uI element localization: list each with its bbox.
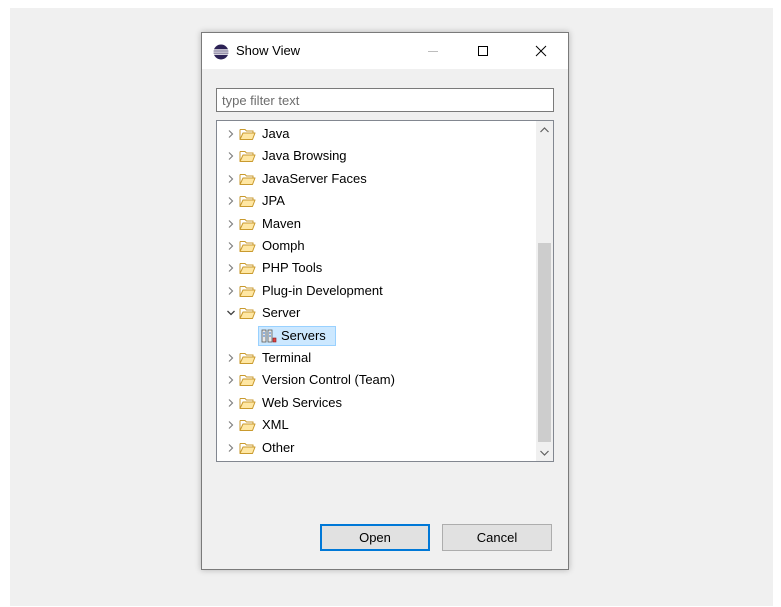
title-bar[interactable]: Show View <box>202 33 568 69</box>
tree-item-plug-in-development[interactable]: Plug-in Development <box>217 280 535 302</box>
chevron-right-icon[interactable] <box>226 174 236 184</box>
folder-icon <box>239 375 256 386</box>
minimize-button[interactable] <box>410 33 456 69</box>
chevron-right-icon[interactable] <box>226 420 236 430</box>
tree-item-label: Server <box>262 305 301 320</box>
chevron-right-icon[interactable] <box>226 375 236 385</box>
folder-icon <box>239 241 256 252</box>
tree-item-label: PHP Tools <box>262 260 323 275</box>
tree-item-label: XML <box>262 417 289 432</box>
minimize-icon <box>428 51 438 52</box>
filter-input[interactable] <box>216 88 554 112</box>
close-button[interactable] <box>518 33 564 69</box>
scroll-down-button[interactable] <box>536 444 553 461</box>
tree-item-xml[interactable]: XML <box>217 414 535 436</box>
tree-item-server[interactable]: Server <box>217 302 535 324</box>
folder-icon <box>239 174 256 185</box>
folder-icon <box>239 286 256 297</box>
tree-item-web-services[interactable]: Web Services <box>217 392 535 414</box>
tree-item-label: Other <box>262 440 295 455</box>
show-view-dialog: Show View Java Java Browsing JavaServer Fa… <box>201 32 569 570</box>
tree-item-label: Java Browsing <box>262 148 347 163</box>
tree-item-label: Servers <box>281 328 326 343</box>
tree-item-terminal[interactable]: Terminal <box>217 347 535 369</box>
tree-item-javaserver-faces[interactable]: JavaServer Faces <box>217 168 535 190</box>
tree-item-oomph[interactable]: Oomph <box>217 235 535 257</box>
scroll-up-button[interactable] <box>536 121 553 138</box>
folder-icon <box>239 219 256 230</box>
tree-item-php-tools[interactable]: PHP Tools <box>217 257 535 279</box>
cancel-button[interactable]: Cancel <box>442 524 552 551</box>
folder-icon <box>239 398 256 409</box>
vertical-scrollbar[interactable] <box>536 121 553 461</box>
chevron-right-icon[interactable] <box>226 196 236 206</box>
tree-item-label: Maven <box>262 216 302 231</box>
tree-item-label: Plug-in Development <box>262 283 383 298</box>
chevron-right-icon[interactable] <box>226 443 236 453</box>
servers-icon <box>261 329 277 343</box>
tree-item-label: JPA <box>262 193 285 208</box>
view-tree[interactable]: Java Java Browsing JavaServer Faces JPA Mave… <box>216 120 554 462</box>
chevron-right-icon[interactable] <box>226 353 236 363</box>
chevron-right-icon[interactable] <box>226 398 236 408</box>
open-button[interactable]: Open <box>320 524 430 551</box>
tree-item-jpa[interactable]: JPA <box>217 190 535 212</box>
folder-icon <box>239 129 256 140</box>
chevron-right-icon[interactable] <box>226 286 236 296</box>
close-icon <box>535 45 547 57</box>
tree-item-label: Web Services <box>262 395 342 410</box>
tree-item-label: Java <box>262 126 290 141</box>
tree-item-other[interactable]: Other <box>217 437 535 459</box>
tree-item-label: JavaServer Faces <box>262 171 367 186</box>
folder-icon <box>239 443 256 454</box>
maximize-icon <box>478 46 488 56</box>
folder-icon <box>239 353 256 364</box>
tree-item-label: Version Control (Team) <box>262 372 395 387</box>
tree-item-servers[interactable]: Servers <box>217 325 535 347</box>
tree-item-label: Terminal <box>262 350 312 365</box>
tree-item-java-browsing[interactable]: Java Browsing <box>217 145 535 167</box>
folder-icon <box>239 263 256 274</box>
maximize-button[interactable] <box>460 33 506 69</box>
eclipse-icon <box>213 44 229 60</box>
tree-item-java[interactable]: Java <box>217 123 535 145</box>
folder-icon <box>239 196 256 207</box>
chevron-right-icon[interactable] <box>226 129 236 139</box>
chevron-right-icon[interactable] <box>226 219 236 229</box>
chevron-right-icon[interactable] <box>226 151 236 161</box>
tree-item-maven[interactable]: Maven <box>217 213 535 235</box>
scrollbar-thumb[interactable] <box>538 243 551 442</box>
chevron-down-icon[interactable] <box>226 308 236 318</box>
dialog-title: Show View <box>236 43 301 58</box>
chevron-right-icon[interactable] <box>226 241 236 251</box>
folder-icon <box>239 308 256 319</box>
chevron-down-icon <box>540 450 549 456</box>
tree-item-label: Oomph <box>262 238 305 253</box>
folder-icon <box>239 420 256 431</box>
folder-icon <box>239 151 256 162</box>
tree-item-version-control-team[interactable]: Version Control (Team) <box>217 369 535 391</box>
chevron-right-icon[interactable] <box>226 263 236 273</box>
chevron-up-icon <box>540 126 549 132</box>
